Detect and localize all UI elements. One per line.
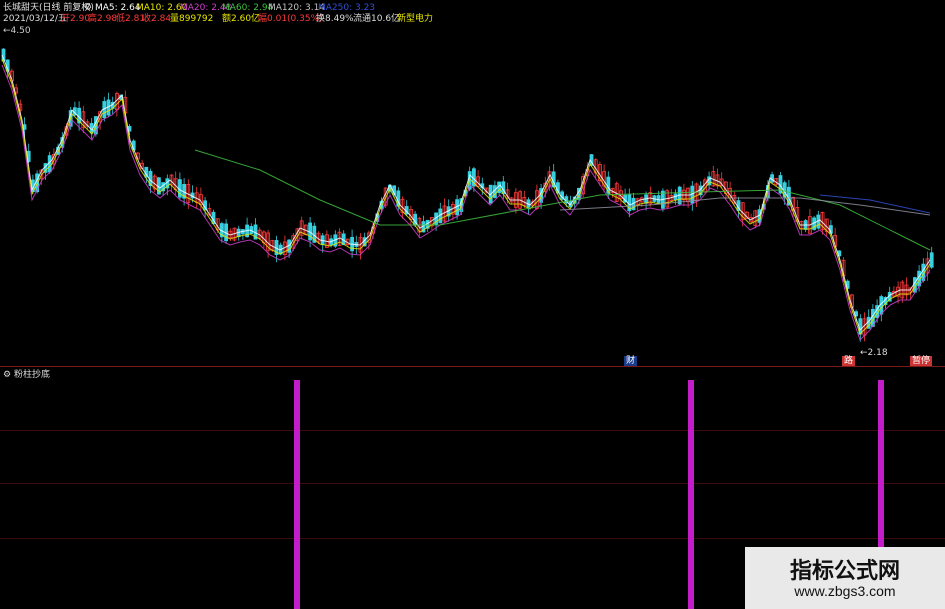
watermark-title: 指标公式网 [789,559,900,584]
candlestick-chart[interactable] [0,0,945,365]
signal-bar [688,380,694,609]
signal-bar [878,380,884,550]
signal-bar [294,380,300,609]
ma-lines-group [1,54,931,341]
price-low-marker: ←2.18 [860,348,888,358]
price-low-label: 2.18 [867,348,888,358]
candles-group [1,48,934,342]
grid-line [0,430,945,431]
watermark: 指标公式网 www.zbgs3.com [745,547,945,609]
grid-line [0,483,945,484]
stock-chart-window: { "header": { "title": "长城甜天(日线 前复权)", "… [0,0,945,609]
grid-line [0,538,945,539]
indicator-name: ⚙ 粉柱抄底 [3,370,50,380]
panel-divider [0,366,945,367]
candle-body [929,252,934,268]
watermark-url: www.zbgs3.com [794,583,896,599]
